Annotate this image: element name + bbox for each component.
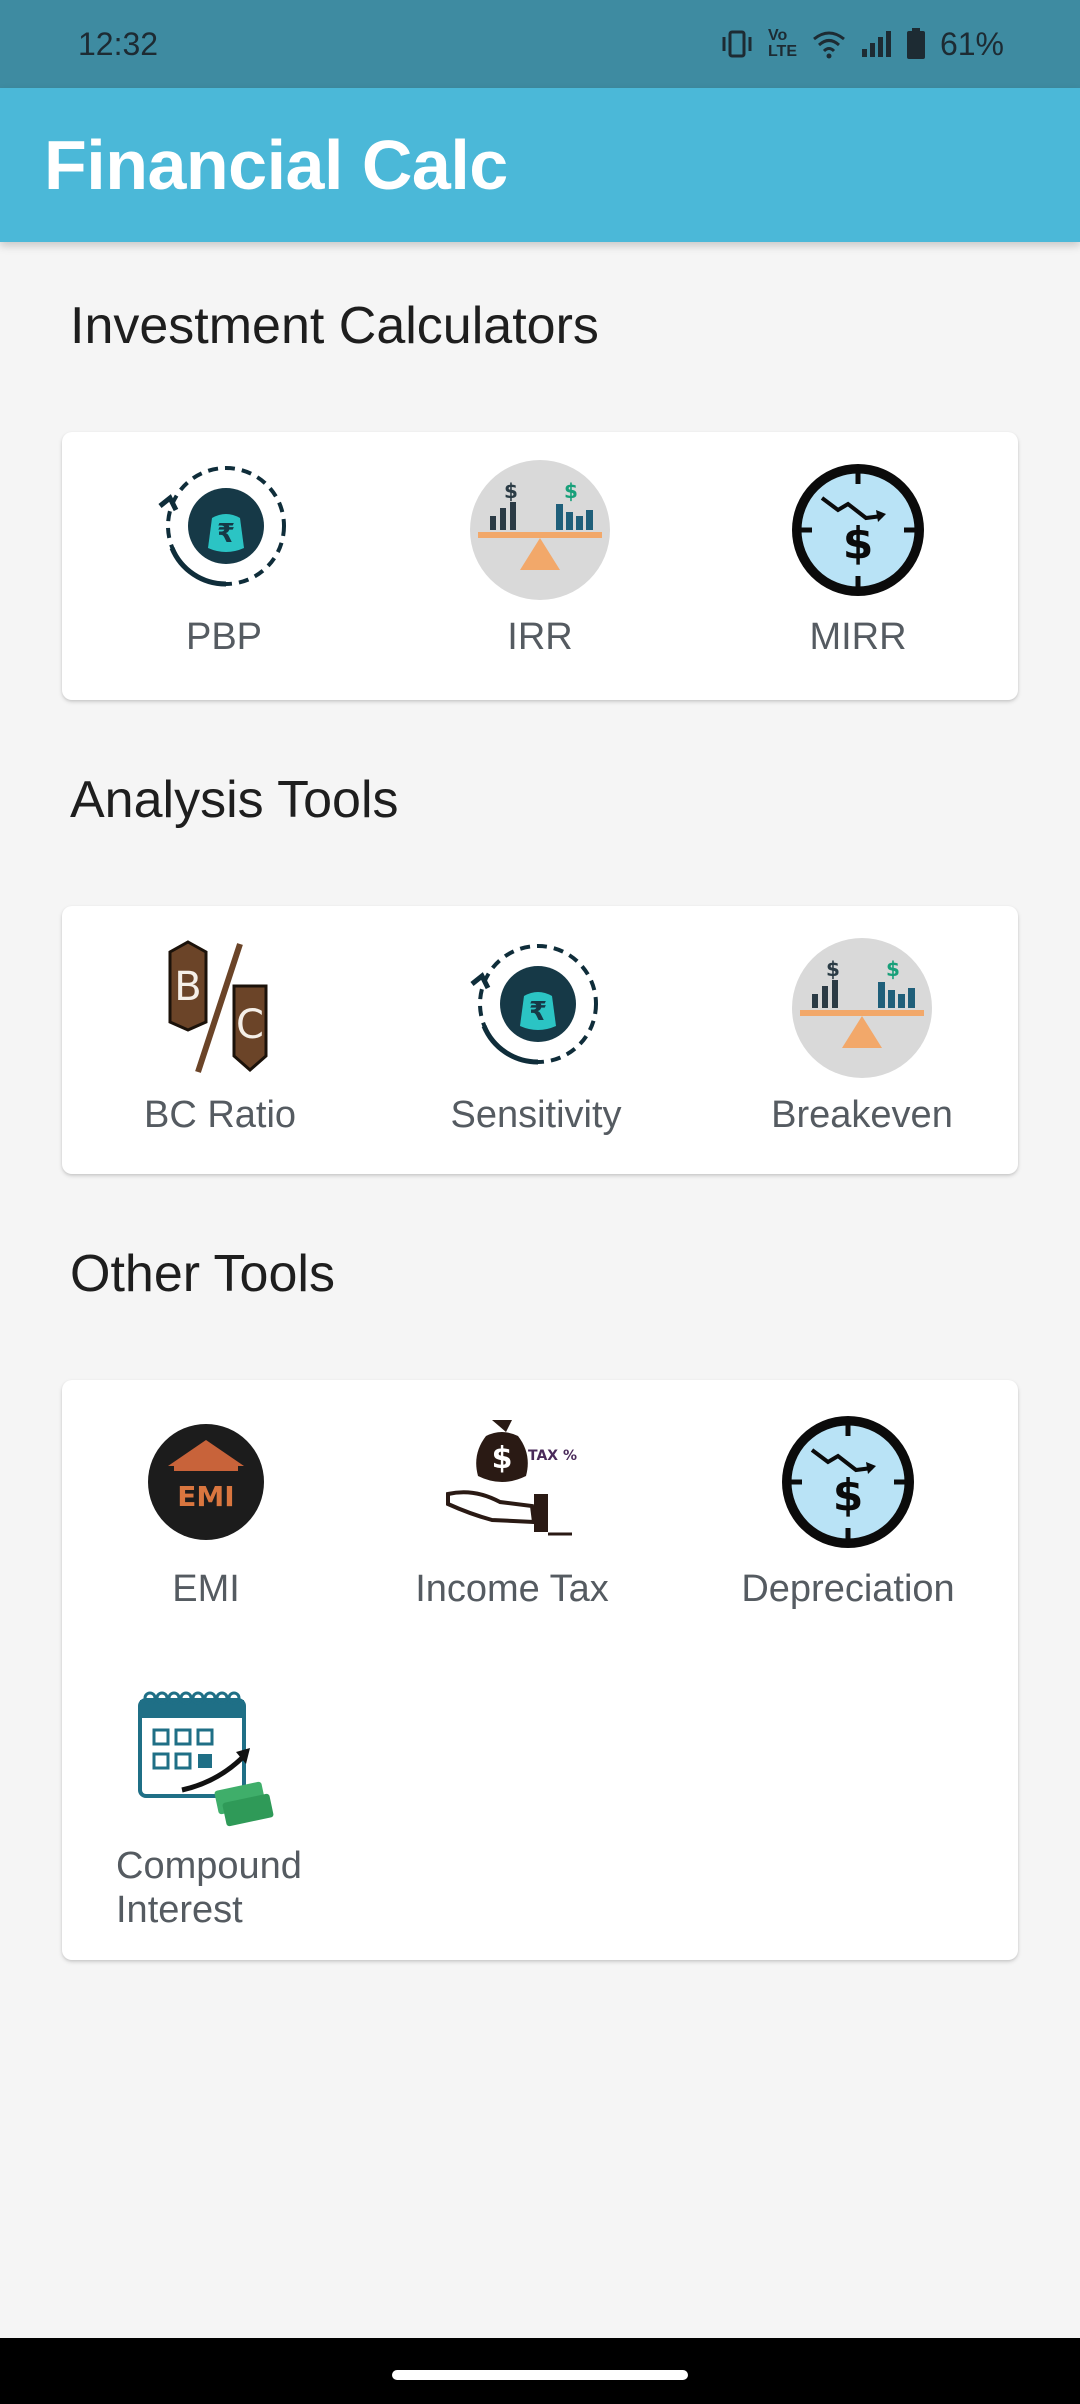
status-time: 12:32 [78,25,159,62]
card-analysis-tools: B C BC Ratio ₹ Sensitivity $ $ Breakeven [62,906,1018,1174]
battery-percent: 61% [939,25,1004,62]
tool-irr[interactable]: $ $ IRR [460,458,620,659]
tool-depreciation[interactable]: $ Depreciation [728,1410,968,1611]
svg-text:₹: ₹ [217,519,235,549]
svg-text:$: $ [564,479,578,503]
home-gesture-handle[interactable] [392,2370,688,2380]
svg-text:$: $ [504,479,518,503]
svg-text:C: C [236,1002,264,1048]
tool-label: BC Ratio [143,1094,297,1136]
wifi-icon [813,31,845,59]
status-icons: Vo LTE 61% [720,26,1004,63]
app-title: Financial Calc [44,126,508,204]
tax-percent-label: TAX % [528,1448,577,1464]
section-title-investment: Investment Calculators [70,297,599,355]
svg-text:$: $ [843,518,874,569]
svg-text:$: $ [492,1441,513,1476]
tool-label: MIRR [809,616,907,658]
section-title-other: Other Tools [70,1245,335,1303]
svg-text:$: $ [833,1470,864,1521]
income-tax-icon: $ TAX % [440,1410,584,1554]
tool-compound-interest[interactable]: Compound Interest [116,1686,376,1932]
money-bag-cycle-icon: ₹ [152,458,296,602]
tool-breakeven[interactable]: $ $ Breakeven [762,936,962,1137]
svg-text:$: $ [826,957,840,981]
tool-pbp[interactable]: ₹ PBP [144,458,304,659]
tool-bc-ratio[interactable]: B C BC Ratio [130,936,310,1137]
battery-icon [906,28,925,59]
app-bar: Financial Calc [0,88,1080,242]
tool-label: IRR [507,616,573,658]
volte-icon: Vo LTE [767,27,797,60]
vibrate-icon [722,30,752,58]
status-bar: 12:32 Vo LTE 61% [0,0,1080,88]
svg-text:$: $ [886,957,900,981]
dollar-dial-icon: $ [776,1410,920,1554]
card-investment-calculators: ₹ PBP $ $ IRR $ MIRR [62,432,1018,700]
svg-text:EMI: EMI [177,1480,234,1513]
svg-text:₹: ₹ [529,997,547,1027]
tool-label: Breakeven [771,1094,953,1136]
tool-label: Compound Interest [116,1845,302,1931]
calendar-money-icon [132,1686,276,1830]
tool-label: Income Tax [415,1568,609,1610]
tool-sensitivity[interactable]: ₹ Sensitivity [436,936,636,1137]
balance-chart-icon: $ $ [468,458,612,602]
signal-icon [861,31,891,57]
tool-label: Sensitivity [450,1094,622,1136]
tool-emi[interactable]: EMI EMI [116,1410,296,1611]
balance-chart-icon: $ $ [790,936,934,1080]
emi-house-icon: EMI [134,1410,278,1554]
money-bag-cycle-icon: ₹ [464,936,608,1080]
svg-text:B: B [174,964,201,1010]
tool-label: PBP [185,616,263,658]
bc-ratio-icon: B C [148,936,292,1080]
tool-label: EMI [172,1568,240,1610]
tool-mirr[interactable]: $ MIRR [778,458,938,659]
tool-label: Depreciation [741,1568,955,1610]
dollar-dial-icon: $ [786,458,930,602]
card-other-tools: EMI EMI $ TAX % Income Tax $ Depreciatio… [62,1380,1018,1960]
section-title-analysis: Analysis Tools [70,771,399,829]
tool-income-tax[interactable]: $ TAX % Income Tax [392,1410,632,1611]
